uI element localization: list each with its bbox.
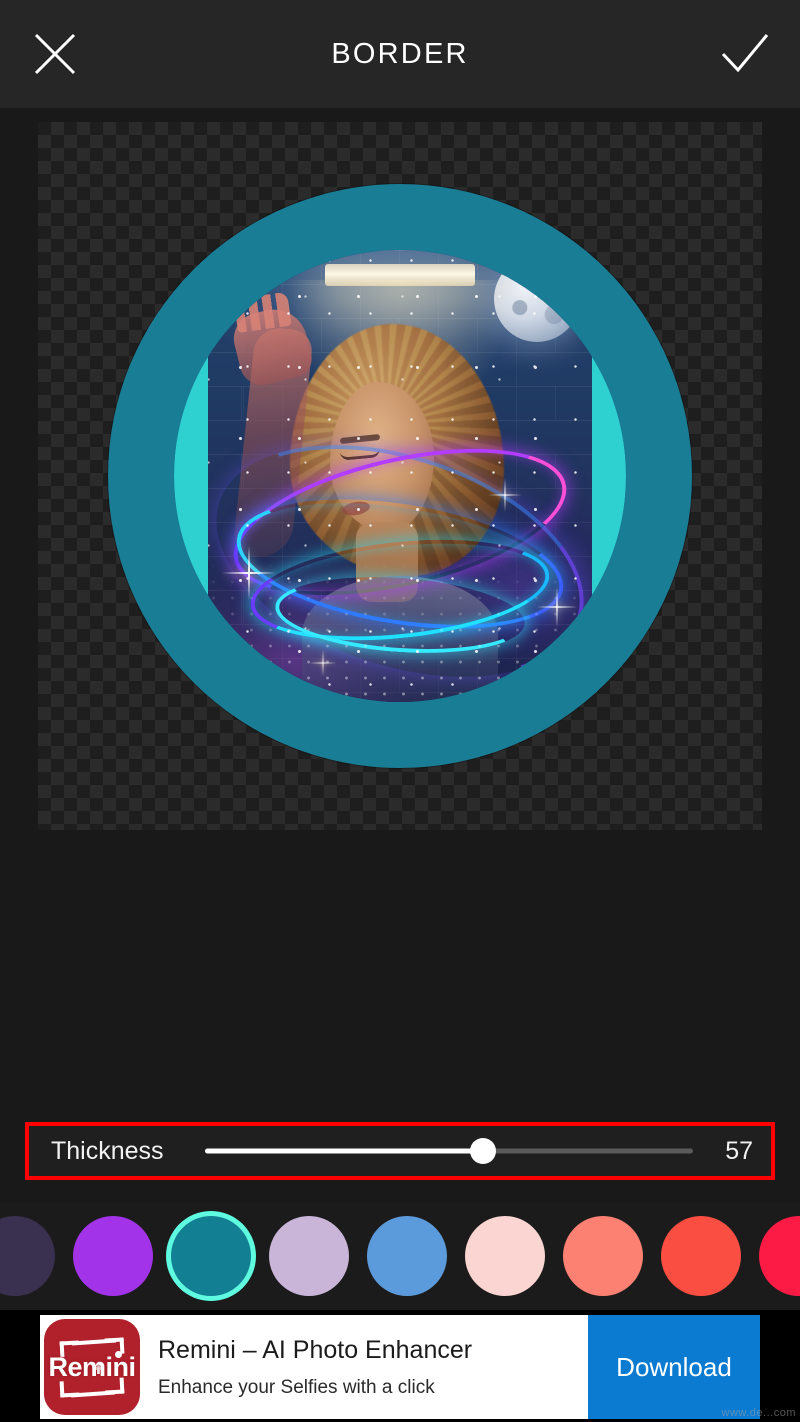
ad-download-label: Download — [616, 1351, 732, 1382]
color-dot — [759, 1216, 800, 1296]
color-dot — [563, 1216, 643, 1296]
color-swatch-coral-red[interactable] — [652, 1207, 750, 1305]
color-dot — [171, 1216, 251, 1296]
close-button[interactable] — [22, 21, 88, 87]
editor-stage — [0, 108, 800, 1110]
color-swatch-blush-pink[interactable] — [456, 1207, 554, 1305]
color-dot — [465, 1216, 545, 1296]
color-swatch-row[interactable] — [0, 1202, 800, 1310]
slider-track-fill — [205, 1148, 484, 1154]
photo-circle — [174, 250, 626, 702]
remini-logo-icon: Remini — [44, 1319, 140, 1415]
letterbox-bar-left — [174, 250, 208, 702]
transparent-canvas[interactable] — [38, 122, 762, 830]
color-swatch-dark-purple[interactable] — [0, 1207, 64, 1305]
remini-wordmark: Remini — [48, 1351, 136, 1382]
bordered-photo-preview[interactable] — [108, 184, 692, 768]
photo-artwork — [204, 250, 596, 702]
color-swatch-zone[interactable] — [0, 1202, 800, 1310]
thickness-label: Thickness — [51, 1136, 164, 1165]
color-dot — [0, 1216, 55, 1296]
color-swatch-teal[interactable] — [162, 1207, 260, 1305]
color-swatch-violet[interactable] — [64, 1207, 162, 1305]
thickness-value: 57 — [725, 1136, 753, 1165]
color-dot — [661, 1216, 741, 1296]
sparkle-star — [488, 478, 522, 512]
ad-banner[interactable]: Remini Remini – AI Photo Enhancer Enhanc… — [0, 1310, 800, 1422]
color-dot — [367, 1216, 447, 1296]
close-x-icon — [32, 31, 78, 77]
ad-content[interactable]: Remini Remini – AI Photo Enhancer Enhanc… — [40, 1315, 760, 1419]
color-swatch-lilac[interactable] — [260, 1207, 358, 1305]
border-editor-screen: BORDER Thickness 57 Remini Remini – AI P… — [0, 0, 800, 1422]
thickness-slider-zone: Thickness 57 — [0, 1110, 800, 1202]
color-dot — [73, 1216, 153, 1296]
thickness-control-highlight: Thickness 57 — [25, 1122, 775, 1180]
site-watermark: www.de...com — [721, 1407, 796, 1419]
color-dot — [269, 1216, 349, 1296]
ad-subtitle: Enhance your Selfies with a click — [158, 1376, 435, 1398]
star-dust — [204, 542, 596, 702]
color-swatch-salmon[interactable] — [554, 1207, 652, 1305]
thickness-slider[interactable] — [205, 1138, 693, 1164]
color-swatch-crimson[interactable] — [750, 1207, 800, 1305]
ad-title: Remini – AI Photo Enhancer — [158, 1335, 473, 1364]
page-title: BORDER — [331, 37, 469, 70]
ad-text-block: Remini – AI Photo Enhancer Enhance your … — [144, 1315, 588, 1419]
confirm-button[interactable] — [712, 21, 778, 87]
checkmark-icon — [720, 32, 770, 76]
letterbox-bar-right — [592, 250, 626, 702]
color-swatch-cornflower-blue[interactable] — [358, 1207, 456, 1305]
ad-download-button[interactable]: Download — [588, 1315, 760, 1419]
ad-app-icon: Remini — [40, 1315, 144, 1419]
slider-thumb[interactable] — [470, 1138, 497, 1164]
top-app-bar: BORDER — [0, 0, 800, 108]
